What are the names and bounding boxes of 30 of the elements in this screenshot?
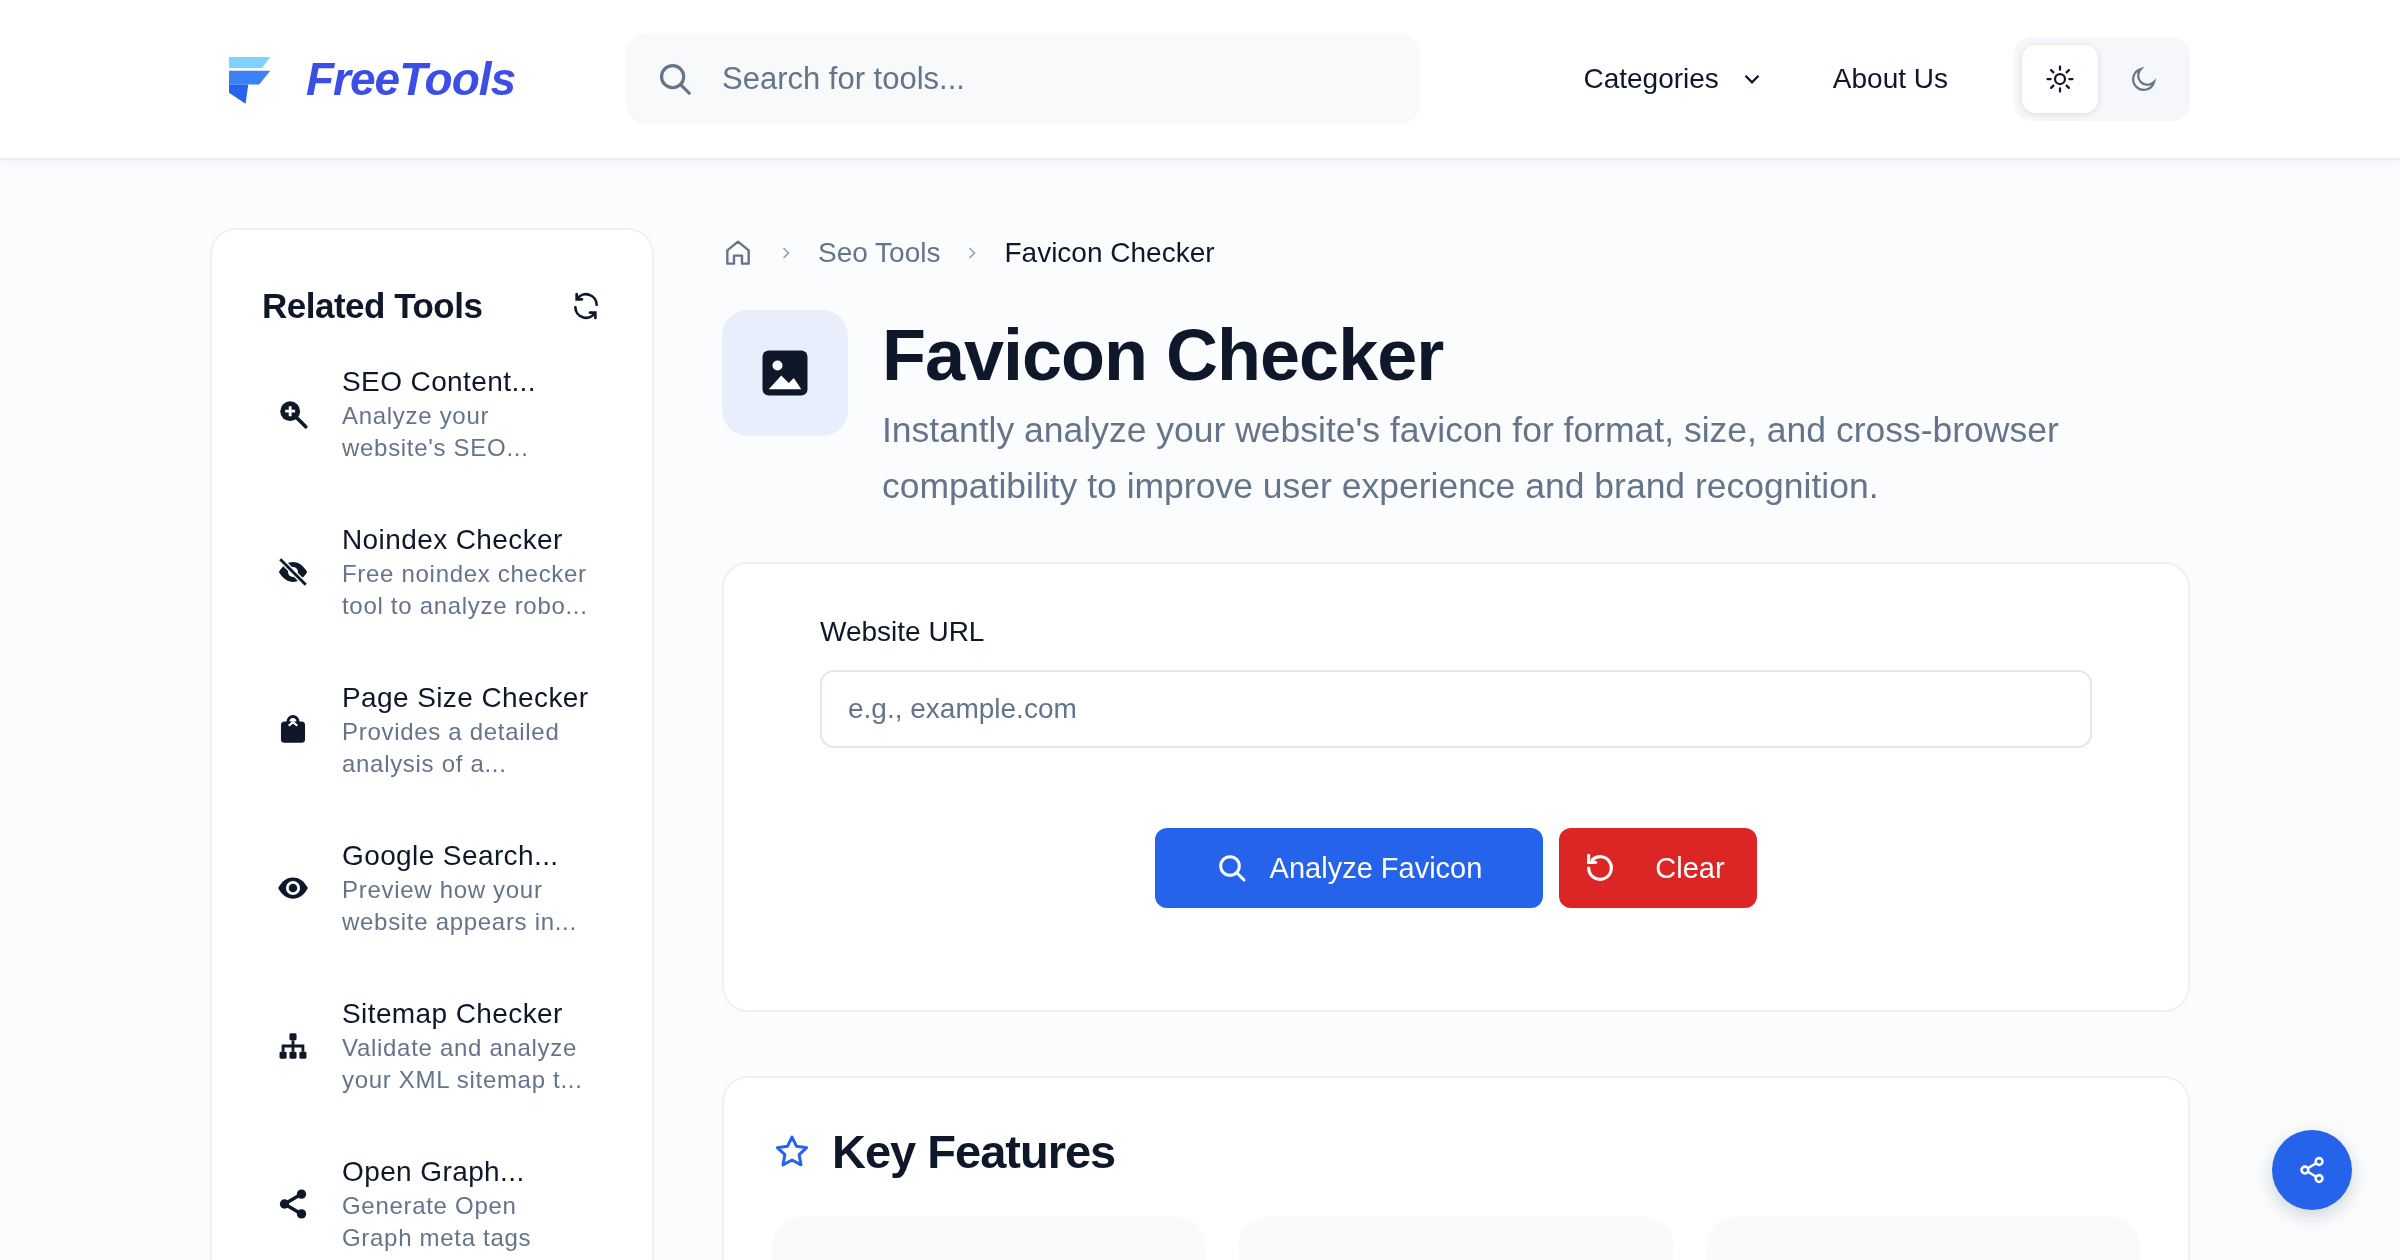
logo-text[interactable]: FreeTools xyxy=(306,52,516,106)
tool-title[interactable]: Noindex Checker xyxy=(342,522,592,558)
tool-title[interactable]: Open Graph... xyxy=(342,1154,592,1190)
page-description: Instantly analyze your website's favicon for format, size, and cross-browser compatibility to improve user experience and brand recognition. xyxy=(882,409,2060,508)
page-title: Favicon Checker xyxy=(882,314,1445,397)
tool-description: Free noindex checker tool to analyze robo... xyxy=(342,559,589,621)
breadcrumb-link[interactable]: Seo Tools xyxy=(818,237,941,269)
field-label: Website URL xyxy=(820,616,986,648)
clear-button[interactable]: Clear xyxy=(1559,828,1757,908)
tool-description: Validate and analyze your XML sitemap t... xyxy=(342,1033,584,1095)
sidebar-title: Related Tools xyxy=(262,286,483,326)
eye-slash-icon xyxy=(276,555,310,589)
url-input-field[interactable]: e.g., example.com xyxy=(820,670,2092,748)
moon-icon xyxy=(2129,64,2159,94)
tool-title[interactable]: Page Size Checker xyxy=(342,680,592,716)
categories-dropdown[interactable]: Categories xyxy=(1583,63,1765,95)
tool-description: Preview how your website appears in... xyxy=(342,875,578,937)
section-title: Key Features xyxy=(832,1124,1116,1179)
nav-link[interactable]: About Us xyxy=(1832,63,1948,95)
tool-title[interactable]: SEO Content... xyxy=(342,364,592,400)
share-button[interactable] xyxy=(2272,1130,2352,1210)
tool-title[interactable]: Google Search... xyxy=(342,838,592,874)
search-field[interactable]: Search for tools... xyxy=(626,33,1420,125)
light-mode-button[interactable] xyxy=(2022,45,2098,113)
tool-description: Provides a detailed analysis of a... xyxy=(342,717,561,779)
analyze-button[interactable]: Analyze Favicon xyxy=(1155,828,1543,908)
tool-description: Generate Open Graph meta tags xyxy=(342,1191,533,1253)
sun-icon xyxy=(2045,64,2075,94)
tool-title[interactable]: Sitemap Checker xyxy=(342,996,592,1032)
tool-description: Analyze your website's SEO... xyxy=(342,401,530,463)
